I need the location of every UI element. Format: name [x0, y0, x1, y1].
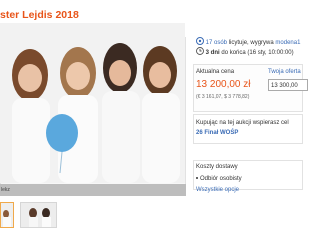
photo-thumbnail-icon: [1, 203, 13, 227]
shipping-options-link[interactable]: Wszystkie opcje: [196, 187, 239, 193]
price-conversions: (€ 3 161,07, $ 3 778,82): [196, 94, 250, 100]
support-panel: [193, 114, 303, 144]
time-remaining: 3 dni do końca (16 sty, 10:00:00): [196, 47, 306, 56]
time-remaining-rest: do końca (16 sty, 10:00:00): [219, 50, 294, 56]
shipping-item: Odbiór osobisty: [196, 176, 242, 182]
time-remaining-bold: 3 dni: [205, 50, 220, 56]
photo-caption: lekz: [0, 184, 186, 196]
current-price: 13 200,00 zł: [196, 79, 251, 90]
main-photo[interactable]: [0, 23, 185, 183]
clock-icon: [196, 47, 204, 55]
eye-icon: [196, 37, 204, 45]
support-text: Kupując na tej aukcji wspierasz cel: [196, 120, 289, 126]
bidders-line: 17 osób licytuje, wygrywa modena1: [196, 37, 306, 46]
auction-title: ster Lejdis 2018: [0, 9, 79, 21]
your-offer-label[interactable]: Twoja oferta: [268, 69, 301, 75]
offer-input[interactable]: 13 300,00: [268, 79, 308, 91]
bidders-text: licytuje, wygrywa: [227, 40, 276, 46]
support-cause-link[interactable]: 26 Finał WOŚP: [196, 130, 238, 136]
shipping-item-label: Odbiór osobisty: [200, 176, 242, 182]
winner-link[interactable]: modena1: [275, 40, 300, 46]
thumbnail-1[interactable]: [0, 202, 14, 228]
price-label: Aktualna cena: [196, 69, 235, 75]
photo-thumbnail-icon: [21, 203, 56, 227]
thumbnail-2[interactable]: [20, 202, 57, 228]
bullet-icon: [196, 177, 198, 180]
shipping-title: Koszty dostawy: [196, 164, 238, 170]
bidders-count-link[interactable]: 17 osób: [206, 40, 227, 46]
